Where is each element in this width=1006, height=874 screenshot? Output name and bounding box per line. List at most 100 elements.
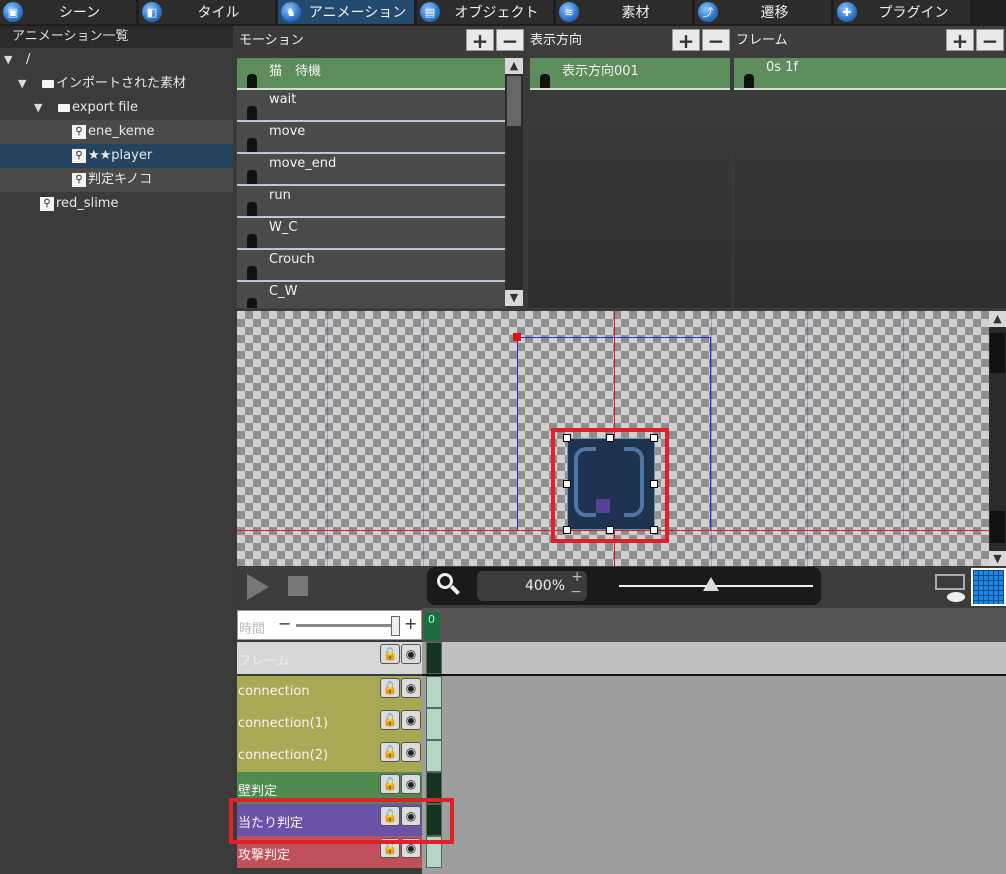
time-plus-icon[interactable]: + bbox=[404, 614, 417, 633]
keyframe-cell[interactable] bbox=[426, 642, 442, 674]
current-frame-marker[interactable]: 0 bbox=[424, 612, 440, 640]
remove-direction-button[interactable]: − bbox=[702, 29, 730, 52]
time-scale-row: 時間 − + bbox=[237, 610, 422, 640]
stop-icon[interactable] bbox=[288, 576, 308, 596]
tree-item-ene-keme[interactable]: ⚲ ene_keme bbox=[0, 120, 233, 144]
grid-line bbox=[711, 311, 712, 567]
remove-motion-button[interactable]: − bbox=[496, 29, 524, 52]
lock-icon[interactable]: 🔓 bbox=[380, 710, 400, 730]
motion-item[interactable]: C_W bbox=[237, 282, 505, 308]
zoom-field[interactable]: 400% + − bbox=[477, 569, 587, 601]
expand-arrow-icon[interactable]: ▼ bbox=[34, 96, 42, 120]
canvas-scrollbar[interactable]: ▲ ▼ bbox=[989, 311, 1006, 567]
eye-icon[interactable]: ◉ bbox=[401, 644, 421, 664]
animation-file-icon: ⚲ bbox=[72, 149, 86, 163]
motion-label: wait bbox=[269, 92, 297, 107]
material-icon: ≋ bbox=[559, 2, 579, 22]
tab-tile[interactable]: ◧ タイル bbox=[139, 0, 275, 24]
eye-icon[interactable]: ◉ bbox=[401, 742, 421, 762]
timeline-grid[interactable]: 0 bbox=[422, 608, 1006, 874]
lock-icon[interactable]: 🔓 bbox=[380, 742, 400, 762]
tree-folder-export[interactable]: ▼ export file bbox=[0, 96, 233, 120]
onion-skin-icon[interactable] bbox=[933, 570, 967, 604]
tree-item-hantei-kinoko[interactable]: ⚲ 判定キノコ bbox=[0, 168, 233, 192]
motion-label: move_end bbox=[269, 156, 337, 171]
layer-name: 攻撃判定 bbox=[238, 848, 291, 863]
motion-scrollbar[interactable]: ▲ ▼ bbox=[505, 58, 523, 306]
motion-panel: モーション + − 猫 待機 wait move move_end run W_… bbox=[237, 26, 526, 308]
grid-toggle-icon[interactable] bbox=[971, 568, 1006, 606]
tab-scene[interactable]: ▣ シーン bbox=[0, 0, 136, 24]
scroll-thumb[interactable] bbox=[507, 76, 521, 126]
add-direction-button[interactable]: + bbox=[672, 29, 700, 52]
layer-row-frame[interactable]: フレーム 🔓 ◉ bbox=[237, 642, 422, 674]
motion-item[interactable]: W_C bbox=[237, 218, 505, 250]
scroll-thumb[interactable] bbox=[990, 333, 1005, 373]
tree-item-player[interactable]: ⚲ ★★player bbox=[0, 144, 233, 168]
animation-file-icon: ⚲ bbox=[40, 197, 54, 211]
tile-icon: ◧ bbox=[142, 2, 162, 22]
add-frame-button[interactable]: + bbox=[946, 29, 974, 52]
tree-folder-imported[interactable]: ▼ インポートされた素材 bbox=[0, 72, 233, 96]
time-minus-icon[interactable]: − bbox=[278, 614, 291, 633]
layer-row-connection[interactable]: connection 🔓 ◉ bbox=[237, 676, 422, 708]
tab-material[interactable]: ≋ 素材 bbox=[556, 0, 692, 24]
frame-cell[interactable] bbox=[426, 708, 442, 740]
motion-label: run bbox=[269, 188, 291, 203]
motion-item[interactable]: move bbox=[237, 122, 505, 154]
lock-icon[interactable]: 🔓 bbox=[380, 774, 400, 794]
expand-arrow-icon[interactable]: ▼ bbox=[18, 72, 26, 96]
tab-plugin[interactable]: ✚ プラグイン bbox=[834, 0, 970, 24]
tab-animation[interactable]: ♞ アニメーション bbox=[278, 0, 414, 24]
frame-cell[interactable] bbox=[426, 676, 442, 708]
scroll-up-icon[interactable]: ▲ bbox=[505, 58, 523, 74]
layer-name: フレーム bbox=[238, 654, 290, 669]
layer-highlight-box bbox=[229, 798, 454, 844]
layer-row-connection-2[interactable]: connection(2) 🔓 ◉ bbox=[237, 740, 422, 772]
zoom-out-icon[interactable]: − bbox=[570, 584, 582, 600]
tree-root[interactable]: ▼ / bbox=[0, 48, 233, 72]
scroll-down-icon[interactable]: ▼ bbox=[989, 551, 1006, 567]
tree-item-red-slime[interactable]: ⚲ red_slime bbox=[0, 192, 233, 216]
expand-arrow-icon[interactable]: ▼ bbox=[4, 48, 12, 72]
tab-object[interactable]: ▤ オブジェクト bbox=[417, 0, 553, 24]
motion-item[interactable]: Crouch bbox=[237, 250, 505, 282]
scroll-down-icon[interactable]: ▼ bbox=[505, 290, 523, 306]
motion-item[interactable]: 猫 待機 bbox=[237, 58, 505, 90]
folder-icon bbox=[58, 104, 70, 112]
lock-icon[interactable]: 🔓 bbox=[380, 644, 400, 664]
layer-name: connection bbox=[238, 684, 310, 699]
direction-title: 表示方向 bbox=[530, 33, 583, 48]
eye-icon[interactable]: ◉ bbox=[401, 774, 421, 794]
motion-item[interactable]: move_end bbox=[237, 154, 505, 186]
time-slider-track[interactable] bbox=[296, 624, 396, 627]
zoom-in-icon[interactable]: + bbox=[571, 569, 583, 585]
motion-item[interactable]: wait bbox=[237, 90, 505, 122]
remove-frame-button[interactable]: − bbox=[976, 29, 1004, 52]
eye-icon[interactable]: ◉ bbox=[401, 678, 421, 698]
character-icon bbox=[540, 74, 550, 88]
zoom-slider-thumb[interactable] bbox=[703, 577, 719, 591]
transition-icon: ⤴ bbox=[698, 2, 718, 22]
tab-label: 遷移 bbox=[760, 5, 789, 21]
layer-row-connection-1[interactable]: connection(1) 🔓 ◉ bbox=[237, 708, 422, 740]
time-slider-thumb[interactable] bbox=[391, 616, 400, 636]
motion-item[interactable]: run bbox=[237, 186, 505, 218]
time-label: 時間 bbox=[239, 622, 266, 637]
origin-point[interactable] bbox=[513, 333, 521, 341]
direction-item[interactable]: 表示方向001 bbox=[530, 58, 730, 90]
magnifier-icon[interactable] bbox=[437, 573, 460, 595]
tree-label: export file bbox=[72, 100, 139, 115]
lock-icon[interactable]: 🔓 bbox=[380, 678, 400, 698]
play-icon[interactable] bbox=[247, 574, 269, 600]
tab-transition[interactable]: ⤴ 遷移 bbox=[695, 0, 831, 24]
tab-label: オブジェクト bbox=[454, 5, 539, 21]
frame-cell[interactable] bbox=[426, 740, 442, 772]
eye-icon[interactable]: ◉ bbox=[401, 710, 421, 730]
motion-title: モーション bbox=[239, 33, 304, 48]
playback-toolbar: 400% + − bbox=[237, 566, 1006, 608]
frame-item[interactable]: 0s 1f bbox=[734, 58, 1006, 90]
scroll-up-icon[interactable]: ▲ bbox=[989, 311, 1006, 327]
add-motion-button[interactable]: + bbox=[466, 29, 494, 52]
grid-line bbox=[807, 311, 808, 567]
